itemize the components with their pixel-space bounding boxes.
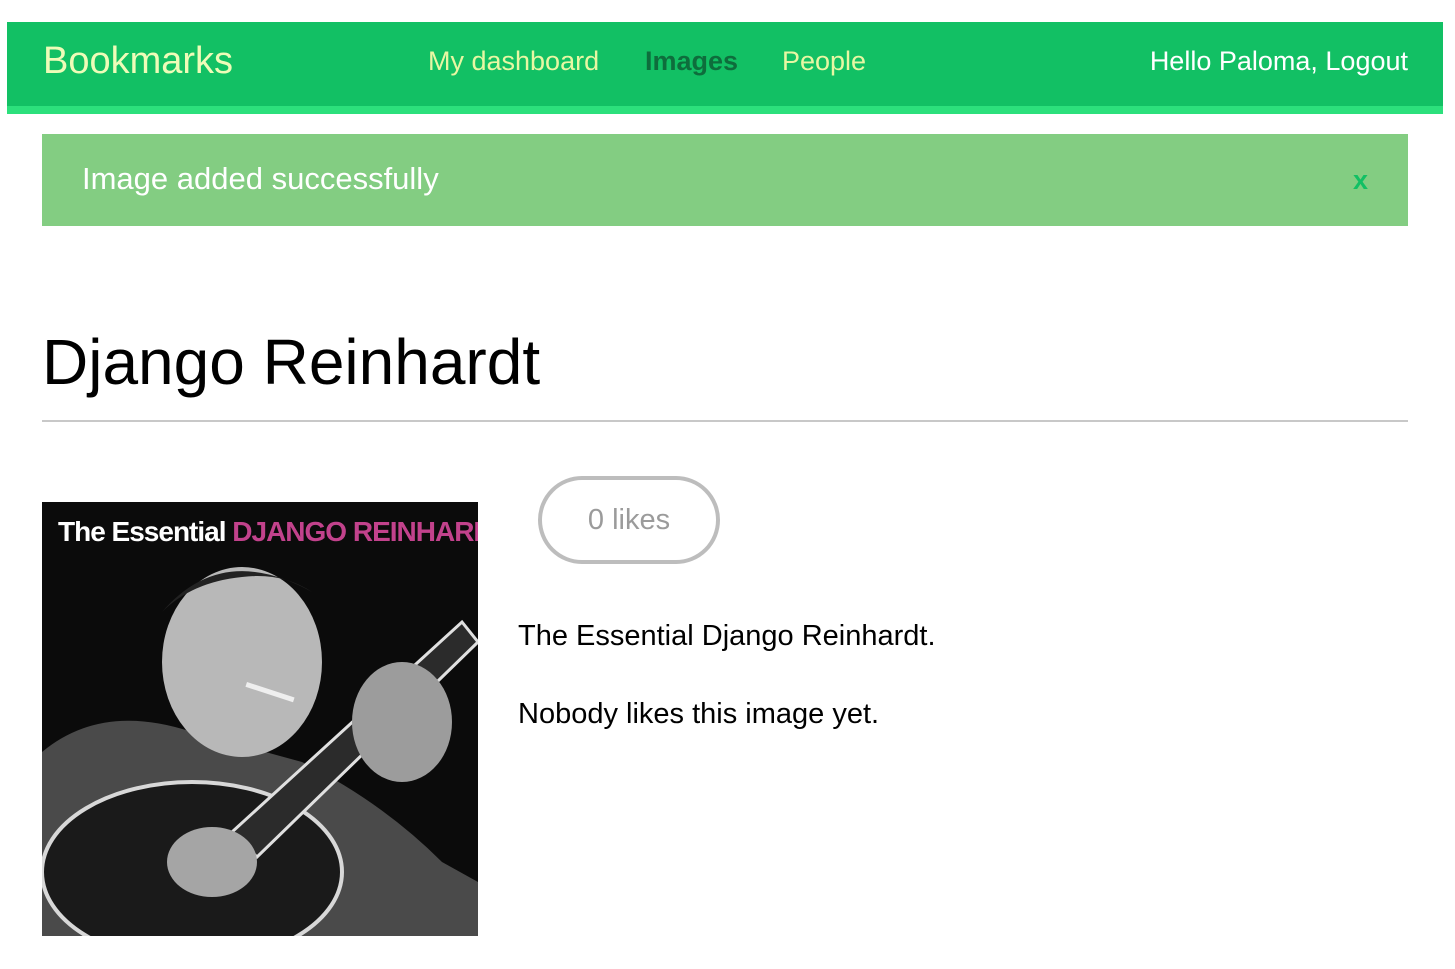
site-logo[interactable]: Bookmarks bbox=[43, 40, 233, 83]
nav-item-people[interactable]: People bbox=[782, 46, 866, 77]
nav-item-dashboard[interactable]: My dashboard bbox=[428, 46, 599, 77]
user-area: Hello Paloma, Logout bbox=[1150, 46, 1408, 77]
success-message: Image added successfully x bbox=[42, 134, 1408, 226]
user-greeting: Hello Paloma, bbox=[1149, 46, 1318, 76]
close-icon[interactable]: x bbox=[1353, 165, 1368, 196]
top-navigation-bar: Bookmarks My dashboard Images People Hel… bbox=[7, 22, 1443, 114]
title-divider bbox=[42, 420, 1408, 422]
album-cover-photo bbox=[42, 502, 478, 936]
message-text: Image added successfully bbox=[82, 161, 439, 196]
page-title: Django Reinhardt bbox=[42, 326, 541, 398]
likes-count-button[interactable]: 0 likes bbox=[538, 476, 720, 564]
album-cover-text-artist: DJANGO REINHARDT bbox=[232, 516, 478, 547]
album-cover-title: The Essential DJANGO REINHARDT bbox=[58, 516, 478, 548]
album-cover-text-essential: The Essential bbox=[58, 516, 227, 547]
image-likers-text: Nobody likes this image yet. bbox=[518, 698, 880, 730]
nav-item-images[interactable]: Images bbox=[645, 46, 738, 77]
logout-link[interactable]: Logout bbox=[1325, 46, 1408, 76]
image-description: The Essential Django Reinhardt. bbox=[518, 620, 936, 652]
image-detail-picture[interactable]: The Essential DJANGO REINHARDT bbox=[42, 502, 478, 936]
